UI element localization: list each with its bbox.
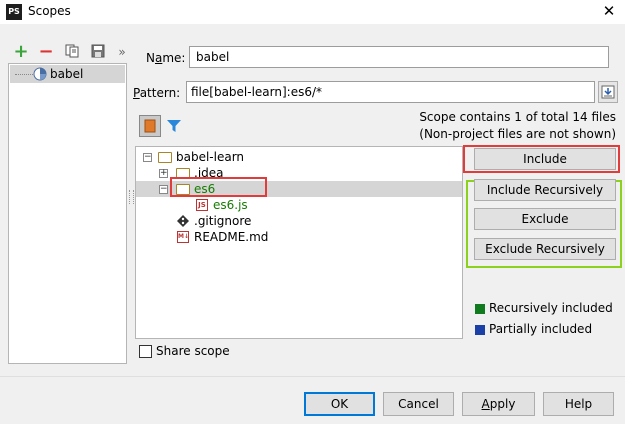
exclude-button[interactable]: Exclude xyxy=(474,208,616,230)
partially-included-swatch xyxy=(475,325,485,335)
tree-connector xyxy=(15,74,33,75)
name-label: Name: xyxy=(146,51,186,65)
include-recursively-button[interactable]: Include Recursively xyxy=(474,179,616,201)
add-scope-button[interactable]: + xyxy=(13,43,29,61)
markdown-file-icon: M↓ xyxy=(177,231,189,243)
filter-icon[interactable] xyxy=(166,118,182,134)
name-field[interactable] xyxy=(189,46,609,68)
tree-node-gitignore[interactable]: .gitignore xyxy=(136,213,462,229)
non-project-note: (Non-project files are not shown) xyxy=(419,127,616,141)
footer-divider xyxy=(0,376,625,377)
ok-button[interactable]: OK xyxy=(304,392,375,416)
tree-label: .gitignore xyxy=(194,214,252,228)
include-button[interactable]: Include xyxy=(474,148,616,170)
expand-field-icon xyxy=(601,85,615,99)
more-actions-button[interactable]: » xyxy=(114,44,130,60)
recursively-included-label: Recursively included xyxy=(489,301,613,315)
tree-node-babel-learn[interactable]: − babel-learn xyxy=(136,149,462,165)
pattern-field[interactable] xyxy=(186,81,595,103)
pattern-expand-button[interactable] xyxy=(598,81,618,103)
window-title: Scopes xyxy=(28,4,71,18)
tree-label: README.md xyxy=(194,230,269,244)
scope-item-babel[interactable]: babel xyxy=(10,65,125,83)
scope-pie-icon xyxy=(33,67,47,81)
tree-node-readme[interactable]: M↓ README.md xyxy=(136,229,462,245)
cancel-button[interactable]: Cancel xyxy=(383,392,454,416)
partially-included-label: Partially included xyxy=(489,322,593,336)
folder-icon xyxy=(158,152,172,163)
copy-icon xyxy=(65,44,79,58)
remove-scope-button[interactable]: − xyxy=(38,43,54,61)
phpstorm-icon: PS xyxy=(6,4,22,20)
share-scope-checkbox[interactable] xyxy=(139,345,152,358)
close-button[interactable]: ✕ xyxy=(599,1,619,21)
tree-label: es6.js xyxy=(213,198,248,212)
pattern-label: Pattern: xyxy=(133,86,181,100)
tree-label: babel-learn xyxy=(176,150,245,164)
tree-node-es6-js[interactable]: JS es6.js xyxy=(136,197,462,213)
collapse-icon[interactable]: − xyxy=(159,185,168,194)
scope-label: babel xyxy=(50,67,84,81)
copy-scope-button[interactable] xyxy=(64,44,80,60)
file-tree[interactable]: − babel-learn + .idea − es6 JS es6.js .g… xyxy=(135,146,463,339)
exclude-recursively-button[interactable]: Exclude Recursively xyxy=(474,238,616,260)
apply-button[interactable]: Apply xyxy=(462,392,535,416)
save-icon xyxy=(91,44,105,58)
git-icon xyxy=(177,215,189,227)
scope-count-text: Scope contains 1 of total 14 files xyxy=(419,110,616,124)
javascript-file-icon: JS xyxy=(196,199,208,211)
splitter-handle[interactable] xyxy=(129,190,134,204)
collapse-icon[interactable]: − xyxy=(143,153,152,162)
es6-highlight-frame xyxy=(170,177,267,197)
share-scope-label: Share scope xyxy=(156,344,230,358)
save-scope-button[interactable] xyxy=(90,44,106,60)
title-bar: PS Scopes ✕ xyxy=(0,0,625,24)
scopes-list[interactable]: babel xyxy=(8,63,127,364)
scopes-dialog: PS Scopes ✕ + − » babel Name: babel Patt… xyxy=(0,0,625,424)
expand-icon[interactable]: + xyxy=(159,169,168,178)
help-button[interactable]: Help xyxy=(543,392,614,416)
flatten-packages-button[interactable] xyxy=(139,115,161,137)
file-icon xyxy=(144,119,156,133)
recursively-included-swatch xyxy=(475,304,485,314)
